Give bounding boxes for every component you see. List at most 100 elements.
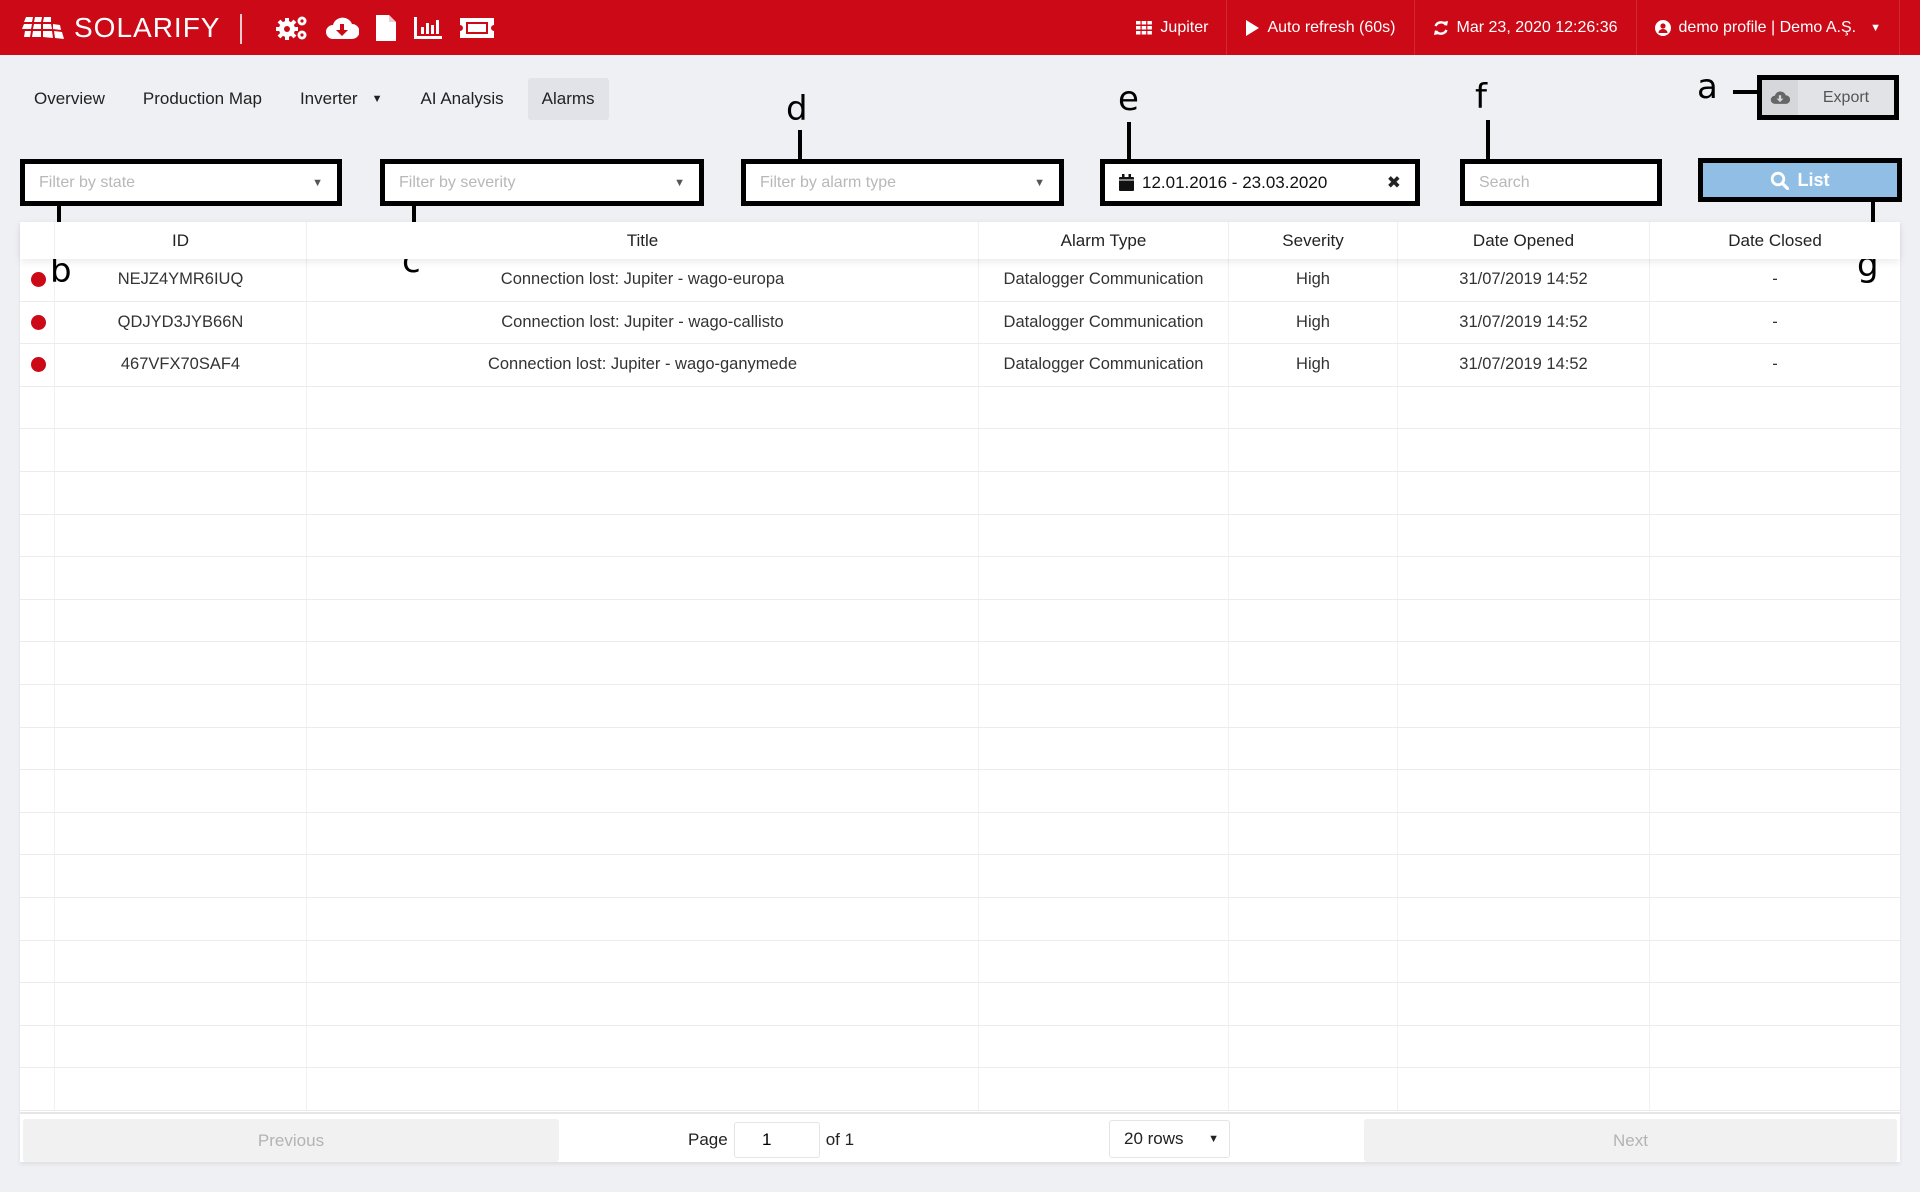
empty-cell bbox=[20, 557, 55, 599]
empty-cell bbox=[1650, 387, 1900, 429]
rows-per-page-select[interactable]: 20 rows ▼ bbox=[1109, 1120, 1230, 1158]
empty-cell bbox=[979, 940, 1229, 983]
empty-cell bbox=[55, 642, 307, 684]
empty-cell bbox=[55, 1068, 307, 1110]
clear-date-icon[interactable]: ✖ bbox=[1387, 173, 1401, 193]
date-range-value: 12.01.2016 - 23.03.2020 bbox=[1142, 172, 1328, 192]
empty-cell bbox=[1398, 1025, 1650, 1068]
column-header-date-opened[interactable]: Date Opened bbox=[1398, 222, 1650, 259]
empty-cell bbox=[307, 897, 979, 940]
bar-chart-icon[interactable] bbox=[413, 15, 443, 41]
calendar-icon bbox=[1119, 174, 1134, 191]
empty-cell bbox=[979, 1068, 1229, 1110]
empty-cell bbox=[307, 940, 979, 983]
empty-cell bbox=[979, 429, 1229, 471]
tab-production-map[interactable]: Production Map bbox=[129, 78, 276, 120]
column-header-alarm-type[interactable]: Alarm Type bbox=[979, 222, 1229, 259]
previous-page-button[interactable]: Previous bbox=[23, 1119, 559, 1162]
brand-logo[interactable]: SOLARIFY bbox=[22, 12, 220, 44]
column-header-id[interactable]: ID bbox=[55, 222, 307, 259]
plant-name: Jupiter bbox=[1160, 18, 1209, 36]
top-navbar: SOLARIFY Jupiter Auto refresh (60s) Mar … bbox=[0, 0, 1920, 55]
annotation-label-a: a bbox=[1697, 67, 1718, 107]
empty-cell bbox=[979, 514, 1229, 557]
empty-cell bbox=[20, 812, 55, 855]
empty-cell bbox=[1650, 813, 1900, 855]
empty-cell bbox=[1398, 770, 1650, 812]
date-range-picker[interactable]: 12.01.2016 - 23.03.2020 ✖ bbox=[1100, 159, 1420, 206]
ticket-icon[interactable] bbox=[459, 16, 495, 40]
empty-cell bbox=[307, 684, 979, 727]
tab-inverter[interactable]: Inverter ▼ bbox=[286, 78, 397, 120]
plant-selector[interactable]: Jupiter bbox=[1118, 0, 1226, 55]
severity-filter-placeholder: Filter by severity bbox=[399, 173, 516, 191]
caret-down-icon: ▼ bbox=[1208, 1133, 1219, 1145]
table-row[interactable]: NEJZ4YMR6IUQ Connection lost: Jupiter - … bbox=[20, 259, 1900, 302]
empty-cell bbox=[1398, 514, 1650, 557]
empty-table-row bbox=[20, 770, 1900, 813]
empty-cell bbox=[1229, 812, 1398, 855]
main-tabs: Overview Production Map Inverter ▼ AI Ana… bbox=[20, 78, 609, 120]
table-body: NEJZ4YMR6IUQ Connection lost: Jupiter - … bbox=[20, 259, 1900, 1112]
search-input[interactable]: Search bbox=[1460, 159, 1662, 206]
empty-cell bbox=[55, 855, 307, 897]
auto-refresh-toggle[interactable]: Auto refresh (60s) bbox=[1226, 0, 1413, 55]
empty-cell bbox=[55, 940, 307, 983]
empty-cell bbox=[1398, 386, 1650, 429]
column-header-title[interactable]: Title bbox=[307, 222, 979, 259]
status-dot-icon bbox=[30, 272, 46, 288]
empty-cell bbox=[979, 770, 1229, 812]
empty-table-row bbox=[20, 514, 1900, 558]
export-button[interactable]: Export bbox=[1757, 75, 1899, 120]
empty-cell bbox=[20, 386, 55, 429]
empty-cell bbox=[55, 1025, 307, 1068]
tab-label: Inverter bbox=[299, 89, 358, 108]
file-icon[interactable] bbox=[375, 14, 397, 42]
empty-cell bbox=[979, 557, 1229, 599]
empty-cell bbox=[55, 812, 307, 855]
table-row[interactable]: QDJYD3JYB66N Connection lost: Jupiter - … bbox=[20, 301, 1900, 345]
empty-cell bbox=[1229, 429, 1398, 471]
table-row[interactable]: 467VFX70SAF4 Connection lost: Jupiter - … bbox=[20, 344, 1900, 387]
refresh-datetime[interactable]: Mar 23, 2020 12:26:36 bbox=[1413, 0, 1636, 55]
empty-cell bbox=[1650, 941, 1900, 983]
empty-cell bbox=[1229, 855, 1398, 897]
empty-cell bbox=[979, 599, 1229, 642]
id-cell: NEJZ4YMR6IUQ bbox=[55, 259, 307, 301]
empty-cell bbox=[1229, 599, 1398, 642]
tab-overview[interactable]: Overview bbox=[20, 78, 119, 120]
page-number-input[interactable] bbox=[733, 1122, 820, 1158]
empty-cell bbox=[1398, 599, 1650, 642]
empty-cell bbox=[20, 471, 55, 514]
empty-cell bbox=[979, 855, 1229, 897]
play-icon bbox=[1246, 19, 1260, 36]
severity-filter-select[interactable]: Filter by severity ▼ bbox=[380, 159, 704, 206]
empty-cell bbox=[1229, 642, 1398, 684]
page-indicator: Page of 1 bbox=[688, 1120, 854, 1160]
gears-icon[interactable] bbox=[275, 14, 309, 42]
tab-label: AI Analysis bbox=[420, 89, 504, 108]
annotation-label-d: d bbox=[786, 89, 808, 129]
date-closed-cell: - bbox=[1772, 312, 1778, 331]
empty-cell bbox=[1650, 557, 1900, 599]
tab-ai-analysis[interactable]: AI Analysis bbox=[406, 78, 517, 120]
chevron-down-icon: ▼ bbox=[371, 93, 383, 105]
list-button[interactable]: List bbox=[1698, 158, 1902, 202]
empty-cell bbox=[1398, 727, 1650, 770]
state-filter-select[interactable]: Filter by state ▼ bbox=[20, 159, 342, 206]
alarm-type-filter-select[interactable]: Filter by alarm type ▼ bbox=[741, 159, 1064, 206]
annotation-line-d bbox=[798, 130, 802, 160]
cloud-download-icon[interactable] bbox=[325, 15, 359, 41]
column-header-status[interactable] bbox=[20, 222, 55, 259]
profile-menu[interactable]: demo profile | Demo A.Ş. ▼ bbox=[1635, 0, 1900, 55]
empty-cell bbox=[979, 1025, 1229, 1068]
empty-table-row bbox=[20, 684, 1900, 728]
column-header-date-closed[interactable]: Date Closed bbox=[1650, 222, 1900, 259]
empty-cell bbox=[20, 1025, 55, 1068]
next-page-button[interactable]: Next bbox=[1364, 1119, 1897, 1162]
tab-alarms[interactable]: Alarms bbox=[527, 78, 609, 120]
column-header-severity[interactable]: Severity bbox=[1229, 222, 1398, 259]
empty-cell bbox=[20, 599, 55, 642]
empty-cell bbox=[55, 770, 307, 812]
alarm-type-cell: Datalogger Communication bbox=[979, 301, 1229, 344]
